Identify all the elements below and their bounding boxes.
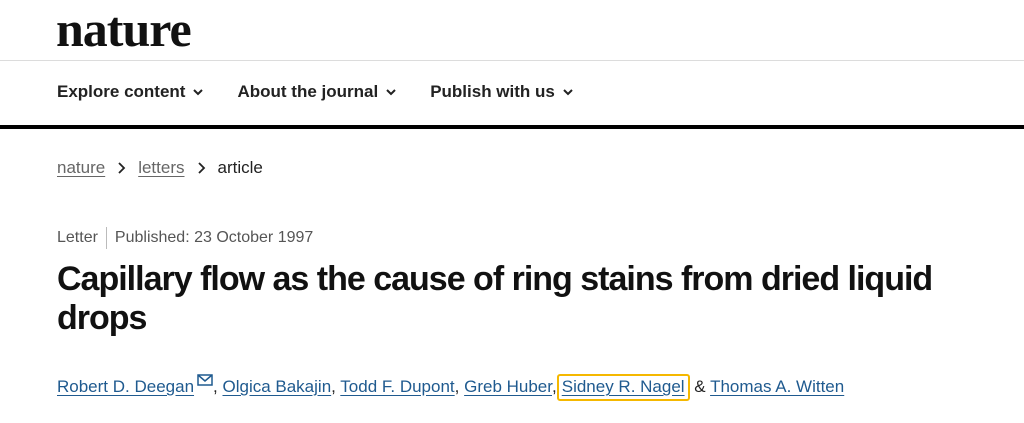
- chevron-right-icon: [197, 162, 205, 174]
- author-separator: &: [689, 377, 711, 396]
- author-link-bakajin[interactable]: Olgica Bakajin: [222, 377, 331, 396]
- nature-logo[interactable]: nature: [56, 4, 192, 54]
- highlighted-author: Sidney R. Nagel: [556, 374, 690, 401]
- nav-explore-content[interactable]: Explore content: [57, 82, 204, 102]
- header-divider: [0, 60, 1024, 61]
- chevron-down-icon: [563, 89, 573, 96]
- nav-publish-with-us-label: Publish with us: [430, 82, 555, 101]
- author-separator: ,: [331, 377, 341, 396]
- article-meta: Letter Published: 23 October 1997: [57, 227, 313, 249]
- author-link-nagel[interactable]: Sidney R. Nagel: [562, 377, 685, 396]
- author-list: Robert D. Deegan, Olgica Bakajin, Todd F…: [57, 374, 844, 401]
- author-link-huber[interactable]: Greb Huber: [464, 377, 552, 396]
- article-title: Capillary flow as the cause of ring stai…: [57, 260, 933, 337]
- author-link-witten[interactable]: Thomas A. Witten: [710, 377, 844, 396]
- nav-about-journal[interactable]: About the journal: [237, 82, 397, 102]
- published-date: Published: 23 October 1997: [114, 229, 314, 246]
- main-nav: Explore content About the journal Publis…: [57, 82, 574, 102]
- page: nature Explore content About the journal…: [0, 0, 1024, 423]
- nav-publish-with-us[interactable]: Publish with us: [430, 82, 574, 102]
- meta-divider: [105, 227, 107, 249]
- breadcrumb-nature[interactable]: nature: [57, 158, 105, 178]
- breadcrumb: nature letters article: [57, 158, 263, 178]
- mail-icon[interactable]: [197, 374, 213, 386]
- breadcrumb-letters[interactable]: letters: [138, 158, 184, 178]
- article-type: Letter: [57, 229, 98, 246]
- author-link-dupont[interactable]: Todd F. Dupont: [340, 377, 454, 396]
- author-link-deegan[interactable]: Robert D. Deegan: [57, 377, 194, 396]
- author-separator: ,: [454, 377, 465, 396]
- nav-explore-content-label: Explore content: [57, 82, 186, 101]
- nav-bottom-bar: [0, 125, 1024, 129]
- chevron-right-icon: [118, 162, 126, 174]
- breadcrumb-article: article: [217, 158, 263, 177]
- chevron-down-icon: [386, 89, 396, 96]
- chevron-down-icon: [193, 89, 204, 96]
- nav-about-journal-label: About the journal: [237, 82, 379, 101]
